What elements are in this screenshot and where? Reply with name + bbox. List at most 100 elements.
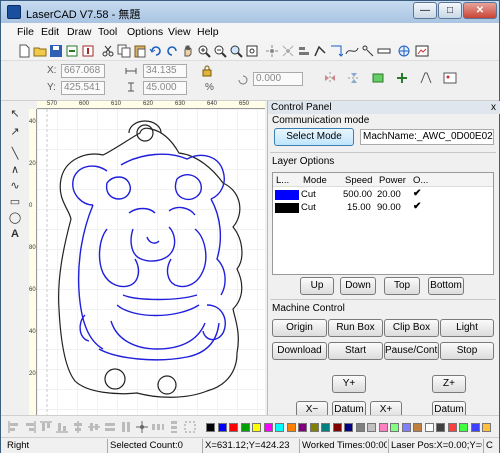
- pan-hand-icon[interactable]: [181, 44, 195, 58]
- smooth-curve-icon[interactable]: [345, 44, 359, 58]
- cut-icon[interactable]: [101, 44, 115, 58]
- select-mode-button[interactable]: Select Mode: [274, 128, 354, 146]
- origin-button[interactable]: Origin: [272, 319, 327, 337]
- new-file-icon[interactable]: [17, 44, 31, 58]
- palette-color-swatch[interactable]: [447, 423, 457, 432]
- same-height-icon[interactable]: [119, 420, 133, 434]
- distribute-v-icon[interactable]: [167, 420, 181, 434]
- palette-color-swatch[interactable]: [482, 423, 491, 432]
- save-icon[interactable]: [49, 44, 63, 58]
- lock-ratio-icon[interactable]: [201, 65, 213, 77]
- align-icon[interactable]: [297, 44, 311, 58]
- undo-icon[interactable]: [149, 44, 163, 58]
- group-icon[interactable]: [183, 420, 197, 434]
- open-folder-icon[interactable]: [33, 44, 47, 58]
- node-select-icon[interactable]: ↗: [8, 125, 22, 139]
- ellipse-tool-icon[interactable]: ◯: [8, 211, 22, 225]
- array-icon[interactable]: [265, 44, 279, 58]
- angle-field[interactable]: 0.000: [253, 72, 303, 86]
- align-right-icon[interactable]: [23, 420, 37, 434]
- node-edit-icon[interactable]: [361, 44, 375, 58]
- start-button[interactable]: Start: [328, 342, 383, 360]
- menu-file[interactable]: File: [17, 26, 34, 38]
- width-field[interactable]: 34.135: [143, 64, 187, 78]
- panel-close-button[interactable]: x: [491, 101, 496, 114]
- jog-y-plus-button[interactable]: Y+: [332, 375, 366, 393]
- align-center-v-icon[interactable]: [87, 420, 101, 434]
- image-process-icon[interactable]: [443, 71, 457, 85]
- palette-color-swatch[interactable]: [401, 423, 411, 432]
- palette-color-swatch[interactable]: [240, 423, 250, 432]
- palette-color-swatch[interactable]: [367, 423, 376, 432]
- palette-color-swatch[interactable]: [332, 423, 342, 432]
- download-button[interactable]: Download: [272, 342, 327, 360]
- run-box-button[interactable]: Run Box: [328, 319, 383, 337]
- redo-icon[interactable]: [165, 44, 179, 58]
- offset-icon[interactable]: [395, 71, 409, 85]
- layer-bottom-button[interactable]: Bottom: [428, 277, 464, 295]
- path-optimize-icon[interactable]: [313, 44, 327, 58]
- minimize-button[interactable]: —: [413, 2, 437, 19]
- close-button[interactable]: ✕: [463, 2, 497, 19]
- palette-color-swatch[interactable]: [263, 423, 273, 432]
- palette-color-swatch[interactable]: [459, 423, 468, 432]
- copy-icon[interactable]: [117, 44, 131, 58]
- height-field[interactable]: 45.000: [143, 81, 187, 95]
- cut-direction-icon[interactable]: [329, 44, 343, 58]
- mirror-vertical-icon[interactable]: [347, 71, 361, 85]
- palette-color-swatch[interactable]: [378, 423, 388, 432]
- palette-color-swatch[interactable]: [206, 423, 215, 432]
- align-left-icon[interactable]: [7, 420, 21, 434]
- menu-view[interactable]: View: [168, 26, 191, 38]
- layer-down-button[interactable]: Down: [340, 277, 376, 295]
- light-button[interactable]: Light: [440, 319, 494, 337]
- palette-color-swatch[interactable]: [286, 423, 296, 432]
- select-arrow-icon[interactable]: ↖: [8, 107, 22, 121]
- menu-help[interactable]: Help: [197, 26, 219, 38]
- menu-edit[interactable]: Edit: [41, 26, 59, 38]
- palette-color-swatch[interactable]: [413, 423, 422, 432]
- layer-process-icon[interactable]: [371, 71, 385, 85]
- drawing-canvas[interactable]: [37, 109, 265, 415]
- line-tool-icon[interactable]: ╲: [8, 147, 22, 161]
- measure-icon[interactable]: [377, 44, 391, 58]
- align-top-icon[interactable]: [39, 420, 53, 434]
- palette-color-swatch[interactable]: [355, 423, 365, 432]
- preview-icon[interactable]: [415, 44, 429, 58]
- palette-color-swatch[interactable]: [470, 423, 480, 432]
- distribute-h-icon[interactable]: [151, 420, 165, 434]
- zoom-page-icon[interactable]: [245, 44, 259, 58]
- text-edit-icon[interactable]: [419, 71, 433, 85]
- y-position-field[interactable]: 425.541: [61, 81, 105, 95]
- mirror-horizontal-icon[interactable]: [323, 71, 337, 85]
- stop-button[interactable]: Stop: [440, 342, 494, 360]
- array-copy-icon[interactable]: [281, 44, 295, 58]
- palette-color-swatch[interactable]: [217, 423, 227, 432]
- pause-continue-button[interactable]: Pause/Continue: [384, 342, 439, 360]
- layer-output-checkbox[interactable]: ✔: [413, 188, 421, 199]
- clip-box-button[interactable]: Clip Box: [384, 319, 439, 337]
- center-icon[interactable]: [135, 420, 149, 434]
- layer-output-checkbox[interactable]: ✔: [413, 201, 421, 212]
- palette-color-swatch[interactable]: [298, 423, 307, 432]
- menu-draw[interactable]: Draw: [67, 26, 92, 38]
- paste-icon[interactable]: [133, 44, 147, 58]
- palette-color-swatch[interactable]: [344, 423, 353, 432]
- same-width-icon[interactable]: [103, 420, 117, 434]
- maximize-button[interactable]: □: [438, 2, 462, 19]
- align-bottom-icon[interactable]: [55, 420, 69, 434]
- menu-tool[interactable]: Tool: [98, 26, 117, 38]
- x-position-field[interactable]: 667.068: [61, 64, 105, 78]
- device-icon[interactable]: [397, 44, 411, 58]
- rectangle-tool-icon[interactable]: ▭: [8, 195, 22, 209]
- keychain-design[interactable]: [37, 109, 265, 415]
- palette-color-swatch[interactable]: [390, 423, 399, 432]
- zoom-out-icon[interactable]: [213, 44, 227, 58]
- machine-name-field[interactable]: MachName:_AWC_0D00E022: [360, 129, 494, 145]
- layer-top-button[interactable]: Top: [384, 277, 420, 295]
- palette-color-swatch[interactable]: [252, 423, 261, 432]
- palette-color-swatch[interactable]: [424, 423, 434, 432]
- align-center-h-icon[interactable]: [71, 420, 85, 434]
- palette-color-swatch[interactable]: [275, 423, 284, 432]
- menu-options[interactable]: Options: [127, 26, 163, 38]
